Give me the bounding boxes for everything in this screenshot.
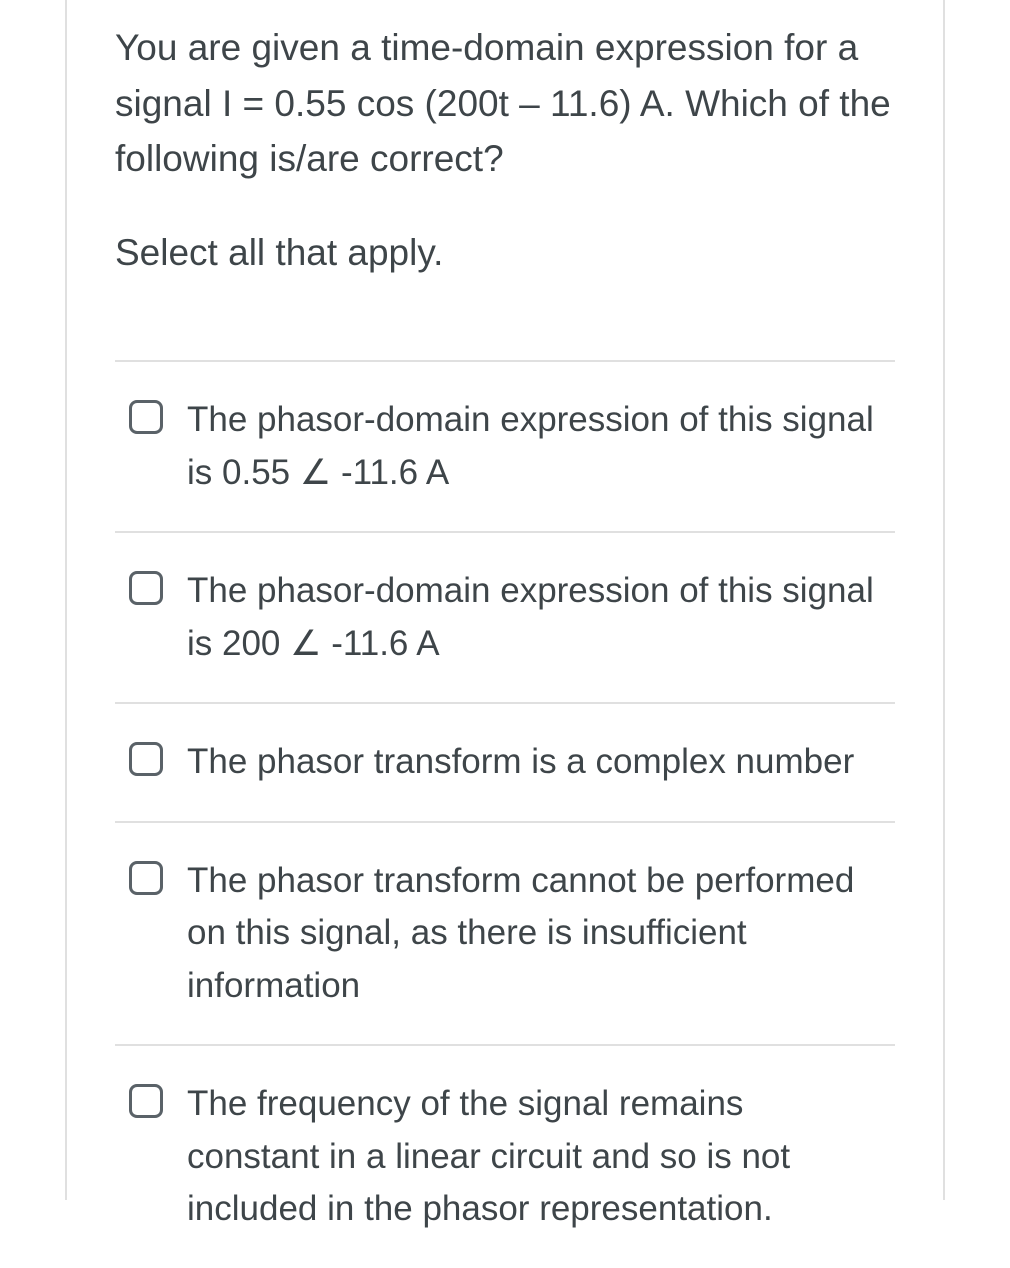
options-list: The phasor-domain expression of this sig… xyxy=(115,360,895,1268)
option-row[interactable]: The phasor-domain expression of this sig… xyxy=(115,531,895,702)
option-row[interactable]: The phasor-domain expression of this sig… xyxy=(115,360,895,531)
question-prompt: You are given a time-domain expression f… xyxy=(115,20,895,187)
option-label: The phasor transform is a complex number xyxy=(187,736,854,789)
checkbox-icon[interactable] xyxy=(129,571,163,605)
option-row[interactable]: The phasor transform cannot be performed… xyxy=(115,821,895,1045)
question-card: You are given a time-domain expression f… xyxy=(65,0,945,1200)
option-label: The phasor transform cannot be performed… xyxy=(187,855,885,1013)
option-label: The phasor-domain expression of this sig… xyxy=(187,565,885,670)
question-instruction: Select all that apply. xyxy=(115,225,895,281)
option-row[interactable]: The frequency of the signal remains cons… xyxy=(115,1044,895,1268)
checkbox-icon[interactable] xyxy=(129,861,163,895)
checkbox-icon[interactable] xyxy=(129,742,163,776)
option-label: The frequency of the signal remains cons… xyxy=(187,1078,885,1236)
option-row[interactable]: The phasor transform is a complex number xyxy=(115,702,895,821)
checkbox-icon[interactable] xyxy=(129,400,163,434)
checkbox-icon[interactable] xyxy=(129,1084,163,1118)
option-label: The phasor-domain expression of this sig… xyxy=(187,394,885,499)
